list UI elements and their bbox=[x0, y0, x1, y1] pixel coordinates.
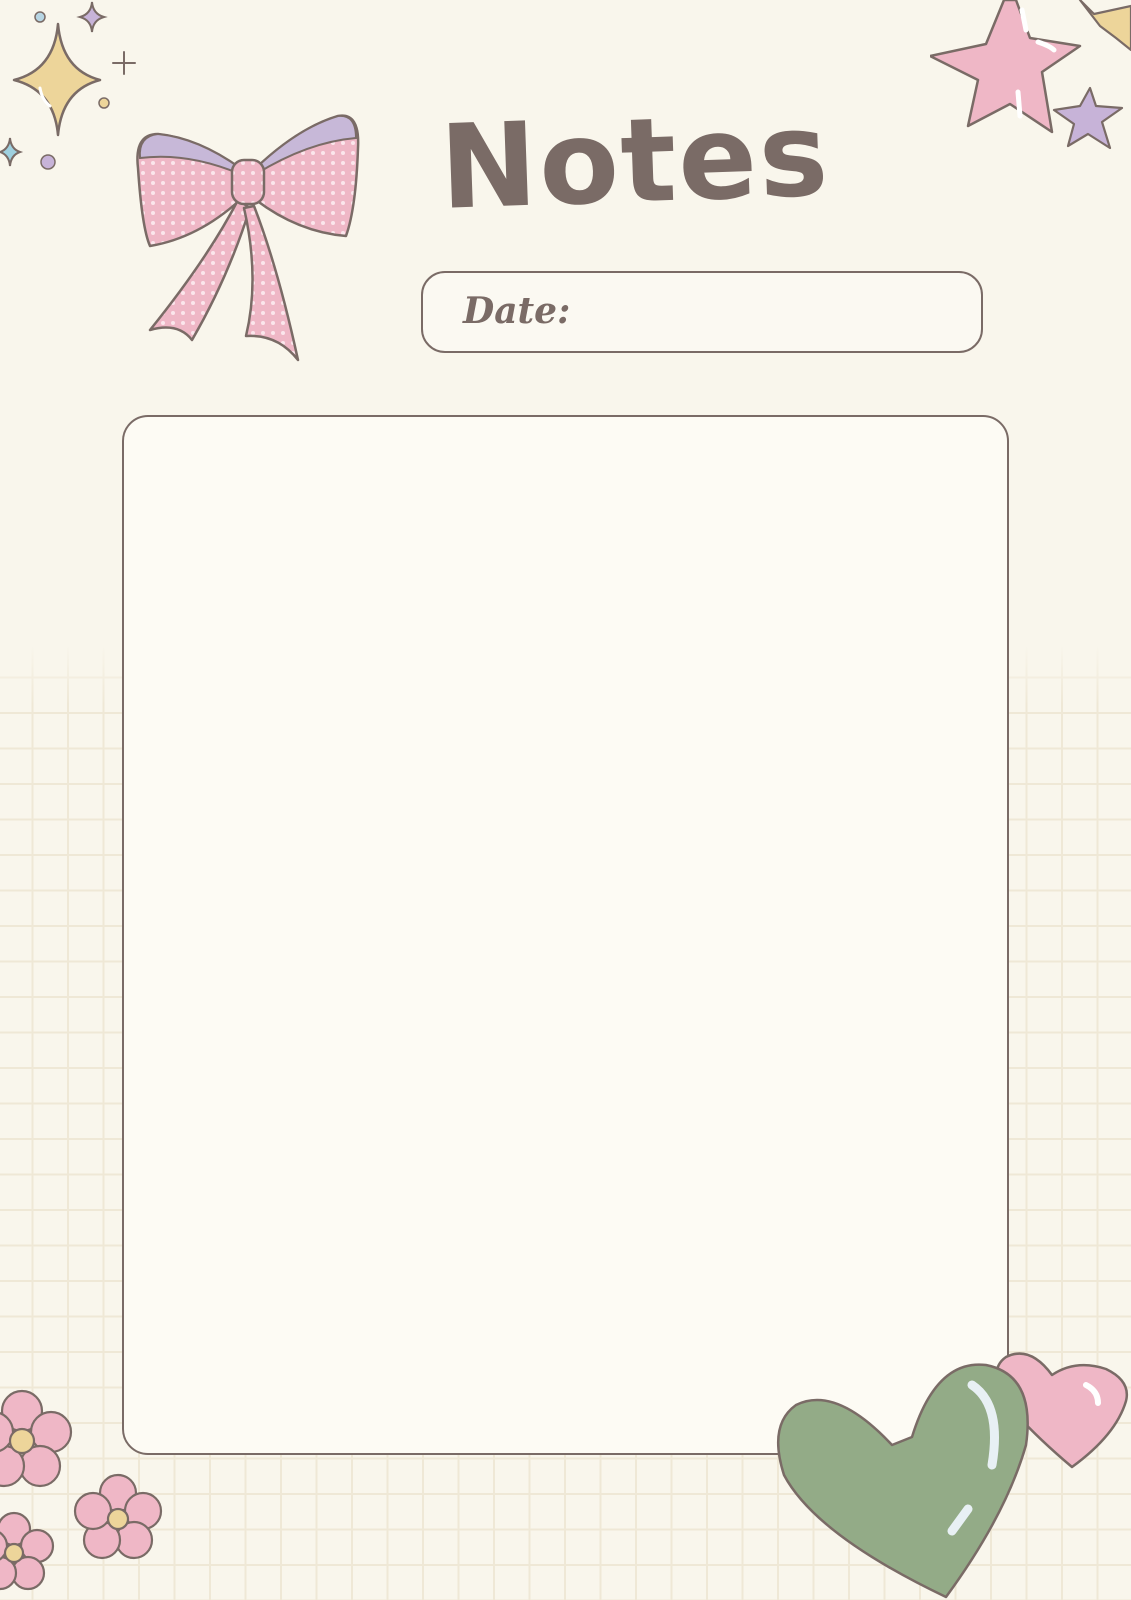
hearts-icon bbox=[776, 1352, 1129, 1599]
date-label: Date: bbox=[463, 290, 571, 332]
bow-icon bbox=[136, 114, 360, 362]
date-field[interactable]: Date: bbox=[421, 271, 983, 353]
flowers-icon bbox=[0, 1389, 163, 1591]
page-title: Notes bbox=[437, 87, 833, 236]
stars-icon bbox=[930, 0, 1131, 150]
